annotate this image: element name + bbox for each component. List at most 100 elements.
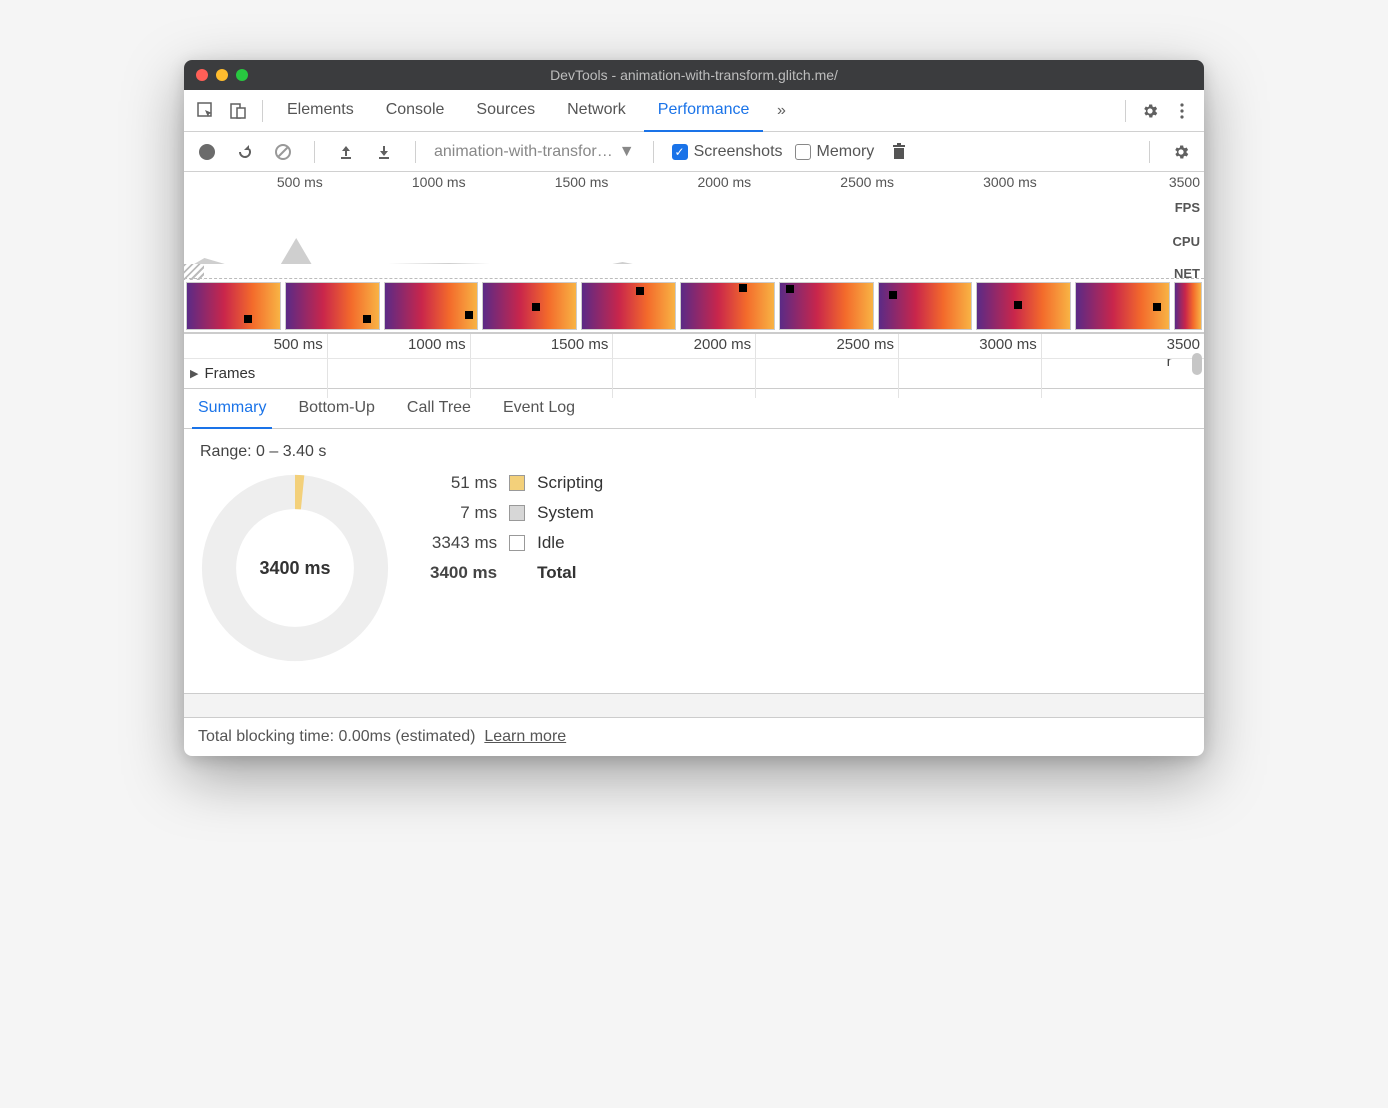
checkbox-checked-icon: ✓ [672,144,688,160]
more-tabs-button[interactable]: » [767,97,795,125]
fps-track-label: FPS [1175,200,1200,215]
separator [415,141,416,163]
tick-label: 500 ms [277,174,327,190]
legend-total-label: Total [537,563,603,583]
footer-status: Total blocking time: 0.00ms (estimated) … [184,717,1204,756]
legend-value: 7 ms [430,503,497,523]
screenshot-thumb[interactable] [976,282,1071,330]
legend-value: 51 ms [430,473,497,493]
overview-pane[interactable]: 500 ms 1000 ms 1500 ms 2000 ms 2500 ms 3… [184,172,1204,334]
screenshot-thumb[interactable] [878,282,973,330]
record-button[interactable] [194,139,220,165]
screenshot-thumb[interactable] [186,282,281,330]
tab-summary[interactable]: Summary [192,389,272,429]
tab-network[interactable]: Network [553,90,640,132]
capture-settings-icon[interactable] [1168,139,1194,165]
save-profile-button[interactable] [371,139,397,165]
separator [1149,141,1150,163]
minimize-window-button[interactable] [216,69,228,81]
delete-profile-button[interactable] [886,139,912,165]
perf-toolbar: animation-with-transfor… ▼ ✓ Screenshots… [184,132,1204,172]
tick-label: 1500 ms [551,336,613,353]
tick-label: 1000 ms [408,336,470,353]
memory-checkbox[interactable]: Memory [795,143,875,161]
frames-track[interactable]: ▶ Frames [184,358,1204,388]
legend-label: System [537,503,603,523]
main-time-ruler: 500 ms 1000 ms 1500 ms 2000 ms 2500 ms 3… [184,334,1204,358]
legend-value: 3343 ms [430,533,497,553]
checkbox-unchecked-icon [795,144,811,160]
frames-label: Frames [204,365,255,382]
screenshot-thumb[interactable] [581,282,676,330]
donut-center-value: 3400 ms [200,473,390,663]
devtools-window: DevTools - animation-with-transform.glit… [184,60,1204,756]
tick-label: 2500 ms [836,336,898,353]
clear-button[interactable] [270,139,296,165]
legend-swatch [509,475,525,491]
vertical-scrollbar-thumb[interactable] [1192,353,1202,375]
device-toggle-icon[interactable] [224,97,252,125]
window-title: DevTools - animation-with-transform.glit… [184,67,1204,83]
tab-elements[interactable]: Elements [273,90,368,132]
resize-handle[interactable] [184,693,1204,717]
details-tabs: Summary Bottom-Up Call Tree Event Log [184,389,1204,429]
inspect-icon[interactable] [192,97,220,125]
tick-label: 2000 ms [697,174,755,190]
flame-chart-pane[interactable]: 500 ms 1000 ms 1500 ms 2000 ms 2500 ms 3… [184,334,1204,389]
overview-time-ruler: 500 ms 1000 ms 1500 ms 2000 ms 2500 ms 3… [184,172,1204,192]
legend-label: Idle [537,533,603,553]
window-controls [196,69,248,81]
load-profile-button[interactable] [333,139,359,165]
tick-label: 1500 ms [555,174,613,190]
maximize-window-button[interactable] [236,69,248,81]
tick-label: 3000 ms [979,336,1041,353]
tab-performance[interactable]: Performance [644,90,764,132]
legend-label: Scripting [537,473,603,493]
legend-swatch [509,535,525,551]
screenshots-label: Screenshots [694,143,783,161]
separator [314,141,315,163]
screenshot-thumb[interactable] [779,282,874,330]
tab-sources[interactable]: Sources [462,90,549,132]
chevron-down-icon: ▼ [619,143,635,161]
expand-icon: ▶ [190,367,198,380]
legend-total-value: 3400 ms [430,563,497,583]
screenshot-thumb[interactable] [1174,282,1202,330]
kebab-menu-icon[interactable] [1168,97,1196,125]
screenshot-thumb[interactable] [680,282,775,330]
separator [262,100,263,122]
reload-button[interactable] [232,139,258,165]
tick-label: 500 ms [274,336,327,353]
tab-call-tree[interactable]: Call Tree [401,389,477,429]
tab-bottom-up[interactable]: Bottom-Up [292,389,380,429]
summary-legend: 51 ms Scripting 7 ms System 3343 ms Idle… [430,473,603,583]
tick-label: 3000 ms [983,174,1041,190]
memory-label: Memory [817,143,875,161]
summary-pane: Range: 0 – 3.40 s 3400 ms 51 ms Scriptin… [184,429,1204,693]
devtools-tabs: Elements Console Sources Network Perform… [184,90,1204,132]
screenshots-checkbox[interactable]: ✓ Screenshots [672,143,783,161]
tick-label: 1000 ms [412,174,470,190]
range-label: Range: 0 – 3.40 s [200,443,1188,461]
tick-label: 3500 [1169,174,1204,190]
profile-select[interactable]: animation-with-transfor… ▼ [434,143,635,161]
separator [653,141,654,163]
tick-label: 2000 ms [694,336,756,353]
blocking-time-text: Total blocking time: 0.00ms (estimated) [198,728,475,745]
settings-icon[interactable] [1136,97,1164,125]
screenshot-thumb[interactable] [285,282,380,330]
screenshot-thumb[interactable] [482,282,577,330]
summary-donut-chart: 3400 ms [200,473,390,663]
tab-console[interactable]: Console [372,90,459,132]
screenshot-filmstrip[interactable] [184,280,1204,333]
screenshot-thumb[interactable] [384,282,479,330]
legend-swatch [509,505,525,521]
tab-event-log[interactable]: Event Log [497,389,581,429]
screenshot-thumb[interactable] [1075,282,1170,330]
tick-label: 2500 ms [840,174,898,190]
overview-divider [184,278,1204,279]
learn-more-link[interactable]: Learn more [484,728,566,745]
cpu-overview-chart [184,236,1204,264]
profile-select-label: animation-with-transfor… [434,143,613,161]
close-window-button[interactable] [196,69,208,81]
